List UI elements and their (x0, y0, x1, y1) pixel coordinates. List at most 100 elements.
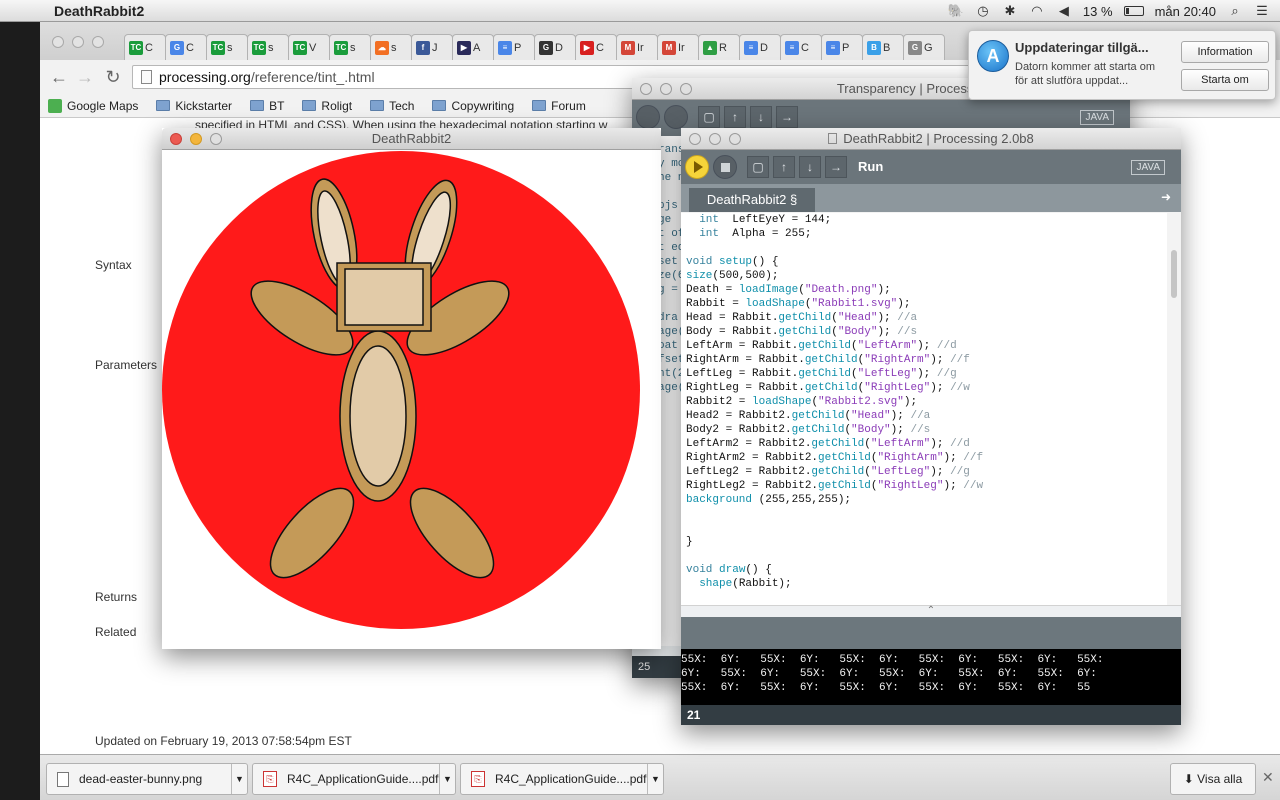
browser-tab[interactable]: ☁ s (370, 34, 412, 60)
download-menu-arrow[interactable]: ▼ (647, 764, 663, 794)
browser-tab[interactable]: BB (862, 34, 904, 60)
information-button[interactable]: Information (1181, 41, 1269, 63)
code-line: LeftLeg = Rabbit.getChild("LeftLeg"); //… (686, 367, 1167, 381)
time-machine-icon[interactable]: ◷ (975, 3, 991, 19)
wifi-icon[interactable]: ◠ (1029, 3, 1045, 19)
tab-deathrabbit2[interactable]: DeathRabbit2 § (689, 188, 815, 212)
bookmark-item[interactable]: Forum (532, 99, 586, 113)
code-token: ( (831, 312, 838, 324)
code-token: //w (963, 480, 984, 492)
export-icon[interactable]: → (776, 106, 798, 128)
zoom-window-icon[interactable] (92, 36, 104, 48)
close-downloads-icon[interactable]: ✕ (1262, 769, 1274, 786)
code-token: getChild (791, 424, 845, 436)
close-window-icon[interactable] (52, 36, 64, 48)
browser-tab[interactable]: ≡ P (821, 34, 863, 60)
close-window-icon[interactable] (640, 83, 652, 95)
minimize-window-icon[interactable] (660, 83, 672, 95)
mode-selector[interactable]: JAVA (1131, 160, 1165, 175)
browser-tab[interactable]: ▶ C (575, 34, 617, 60)
bookmark-item[interactable]: Copywriting (432, 99, 514, 113)
zoom-window-icon[interactable] (680, 83, 692, 95)
code-line: LeftArm2 = Rabbit2.getChild("LeftArm"); … (686, 437, 1167, 451)
code-token: getChild (798, 340, 852, 352)
browser-tab[interactable]: GC (165, 34, 207, 60)
close-window-icon[interactable] (170, 133, 182, 145)
code-editor[interactable]: int LeftEyeY = 144; int Alpha = 255; void… (681, 213, 1167, 605)
zoom-window-icon[interactable] (210, 133, 222, 145)
stop-button[interactable] (713, 155, 737, 179)
open-sketch-icon[interactable]: ↑ (773, 156, 795, 178)
bluetooth-icon[interactable]: ✱ (1002, 3, 1018, 19)
code-token: Body = Rabbit. (686, 326, 779, 338)
code-token: loadImage (738, 284, 799, 296)
browser-tab[interactable]: TC s (206, 34, 248, 60)
tab-title: C (145, 41, 153, 54)
bookmark-item[interactable]: Tech (370, 99, 414, 113)
image-file-icon (57, 771, 69, 787)
download-menu-arrow[interactable]: ▼ (439, 764, 455, 794)
minimize-window-icon[interactable] (72, 36, 84, 48)
run-button[interactable] (636, 105, 660, 129)
minimize-window-icon[interactable] (190, 133, 202, 145)
code-token: //g (950, 466, 970, 478)
download-item[interactable]: ⎘ R4C_ApplicationGuide....pdf ▼ (460, 763, 664, 795)
code-token: ); (890, 424, 911, 436)
export-icon[interactable]: → (825, 156, 847, 178)
vertical-scrollbar[interactable] (1171, 250, 1177, 298)
tab-favicon-icon: TC (293, 40, 307, 55)
browser-tab[interactable]: ≡ C (780, 34, 822, 60)
save-sketch-icon[interactable]: ↓ (799, 156, 821, 178)
browser-tab[interactable]: ≡ D (739, 34, 781, 60)
browser-tab[interactable]: M Ir (616, 34, 658, 60)
close-window-icon[interactable] (689, 133, 701, 145)
bookmark-item[interactable]: Roligt (302, 99, 352, 113)
minimize-window-icon[interactable] (709, 133, 721, 145)
restart-button[interactable]: Starta om (1181, 69, 1269, 91)
spotlight-search-icon[interactable]: ⌕ (1227, 3, 1243, 19)
browser-tab[interactable]: ▶ A (452, 34, 494, 60)
bookmark-label: BT (269, 98, 285, 113)
show-all-downloads-button[interactable]: ⬇ Visa alla (1170, 763, 1256, 795)
browser-tab[interactable]: ▲ R (698, 34, 740, 60)
browser-tab[interactable]: fJ (411, 34, 453, 60)
browser-tab[interactable]: ≡ P (493, 34, 535, 60)
save-sketch-icon[interactable]: ↓ (750, 106, 772, 128)
battery-icon[interactable] (1123, 6, 1144, 16)
notification-center-icon[interactable]: ☰ (1254, 3, 1270, 19)
code-line: size(500,500); (686, 269, 1167, 283)
bookmark-item[interactable]: Google Maps (48, 98, 138, 113)
zoom-window-icon[interactable] (729, 133, 741, 145)
app-name-menu[interactable]: DeathRabbit2 (54, 3, 144, 19)
bookmark-item[interactable]: BT (250, 99, 284, 113)
download-item[interactable]: ⎘ R4C_ApplicationGuide....pdf ▼ (252, 763, 456, 795)
new-sketch-icon[interactable]: ▢ (747, 156, 769, 178)
stop-button[interactable] (664, 105, 688, 129)
run-button[interactable] (685, 155, 709, 179)
battery-percent[interactable]: 13 % (1083, 4, 1113, 19)
tab-title: G (924, 41, 933, 54)
console-splitter[interactable]: ⌃ (681, 605, 1181, 617)
download-menu-arrow[interactable]: ▼ (231, 764, 247, 794)
tab-menu-arrow-icon[interactable]: ➜ (1161, 190, 1171, 204)
bookmark-item[interactable]: Kickstarter (156, 99, 232, 113)
open-sketch-icon[interactable]: ↑ (724, 106, 746, 128)
browser-tab[interactable]: M Ir (657, 34, 699, 60)
browser-tab[interactable]: GG (903, 34, 945, 60)
browser-tab[interactable]: TC C (124, 34, 166, 60)
browser-tab[interactable]: TC V (288, 34, 330, 60)
back-arrow-icon[interactable]: ← (48, 66, 70, 88)
editor-window: DeathRabbit2 | Processing 2.0b8 ▢ ↑ ↓ → … (681, 128, 1181, 725)
browser-tab[interactable]: TC s (329, 34, 371, 60)
download-item[interactable]: dead-easter-bunny.png ▼ (46, 763, 248, 795)
volume-icon[interactable]: ◀ (1056, 3, 1072, 19)
mode-selector[interactable]: JAVA (1080, 110, 1114, 125)
new-sketch-icon[interactable]: ▢ (698, 106, 720, 128)
reload-icon[interactable]: ↻ (102, 66, 124, 88)
browser-tab[interactable]: TC s (247, 34, 289, 60)
browser-tab[interactable]: GD (534, 34, 576, 60)
evernote-icon[interactable]: 🐘 (948, 3, 964, 19)
forward-arrow-icon[interactable]: → (74, 66, 96, 88)
clock[interactable]: mån 20:40 (1155, 4, 1216, 19)
code-token: //w (950, 382, 970, 394)
